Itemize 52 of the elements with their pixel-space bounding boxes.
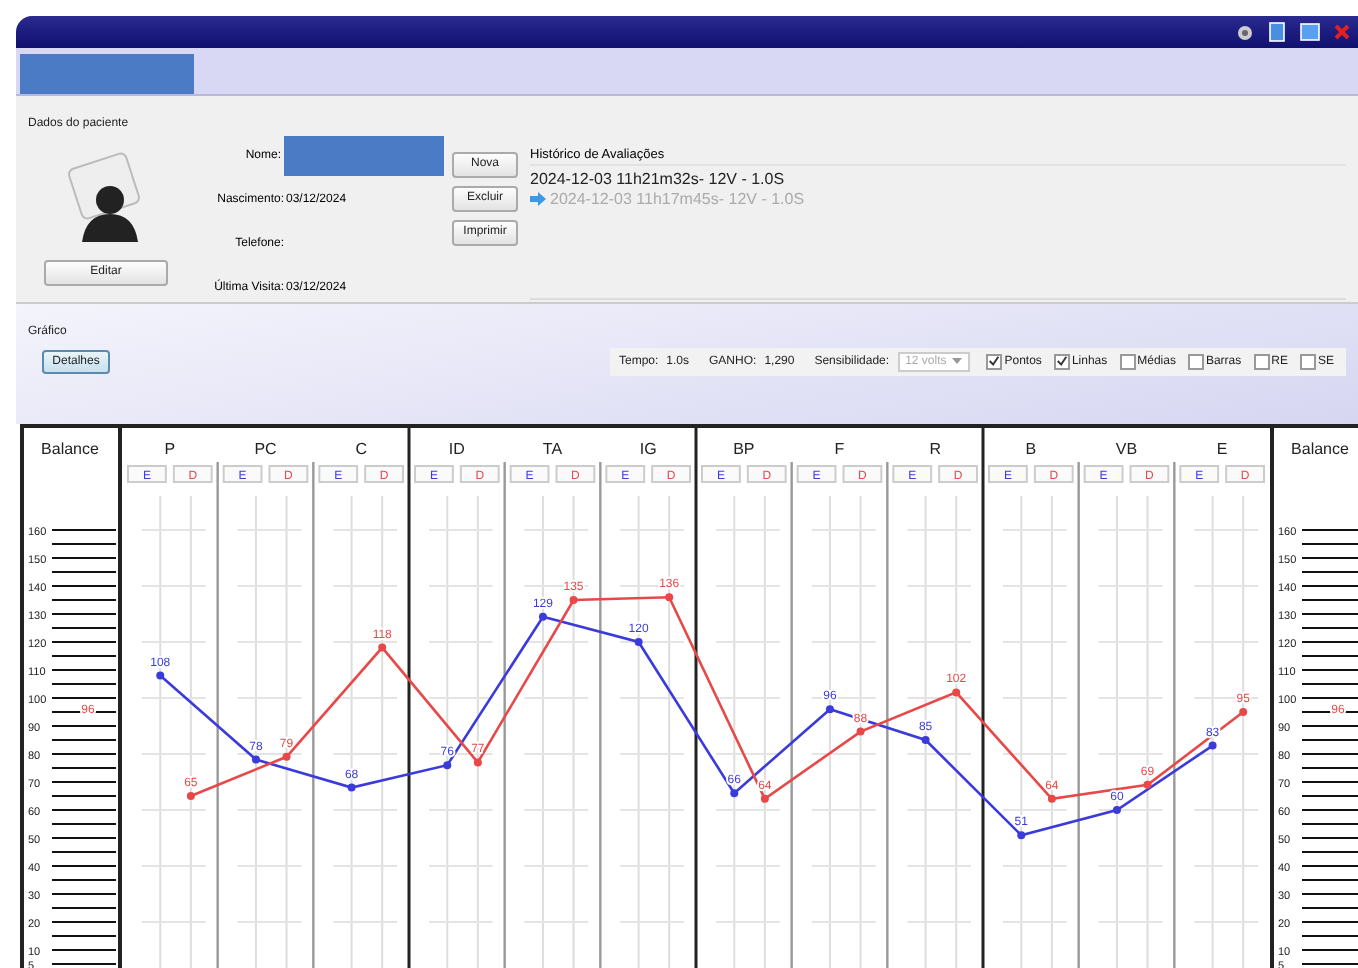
meridian-label: ID: [448, 440, 465, 458]
data-point: [156, 671, 165, 680]
meridian-label: E: [1216, 440, 1228, 458]
data-point: [634, 638, 643, 646]
balance-title: Balance: [41, 440, 99, 458]
data-point: [569, 596, 578, 604]
checkbox[interactable]: [1187, 353, 1204, 370]
checkbox[interactable]: [986, 353, 1003, 370]
document-icon[interactable]: [1268, 22, 1286, 43]
window-icon[interactable]: [1300, 22, 1320, 43]
meridian-label: P: [164, 440, 176, 458]
data-point: [1143, 780, 1152, 789]
meridian-label: R: [929, 440, 941, 458]
data-point: [921, 736, 930, 744]
close-icon[interactable]: [1334, 24, 1350, 41]
data-point: [856, 727, 865, 736]
data-point: [1112, 806, 1121, 814]
data-point: [443, 761, 452, 770]
data-point: [825, 705, 834, 714]
redacted-tab[interactable]: [20, 53, 194, 94]
arrow-icon: [530, 191, 546, 206]
meridian-label: B: [1025, 440, 1037, 458]
data-point: [473, 758, 482, 767]
checkbox[interactable]: [1253, 353, 1270, 370]
meridian-label: C: [355, 440, 367, 458]
meridian-label: F: [834, 440, 845, 458]
data-point: [952, 688, 961, 697]
data-point: [538, 612, 547, 621]
gear-icon[interactable]: [1236, 23, 1254, 42]
caret-icon: [952, 358, 963, 365]
data-point: [730, 789, 739, 798]
data-point: [251, 755, 260, 764]
data-point: [378, 643, 387, 652]
balance-title: Balance: [1291, 440, 1349, 458]
meridian-label: VB: [1115, 440, 1138, 458]
data-point: [1239, 708, 1248, 716]
data-point: [1047, 794, 1056, 803]
meridian-label: PC: [254, 440, 277, 458]
data-point: [347, 783, 356, 792]
meridian-label: BP: [733, 440, 755, 458]
data-point: [1017, 831, 1026, 840]
data-point: [1208, 741, 1217, 750]
data-point: [760, 794, 769, 803]
history-item[interactable]: 2024-12-03 11h21m32s- 12V - 1.0S: [530, 169, 785, 188]
data-point: [282, 752, 291, 761]
meridian-label: TA: [542, 440, 563, 458]
checkbox[interactable]: [1299, 353, 1316, 370]
checkbox[interactable]: [1053, 353, 1070, 370]
checkbox[interactable]: [1119, 353, 1136, 370]
data-point: [665, 593, 674, 602]
meridian-label: IG: [639, 440, 657, 458]
data-point: [186, 792, 195, 800]
